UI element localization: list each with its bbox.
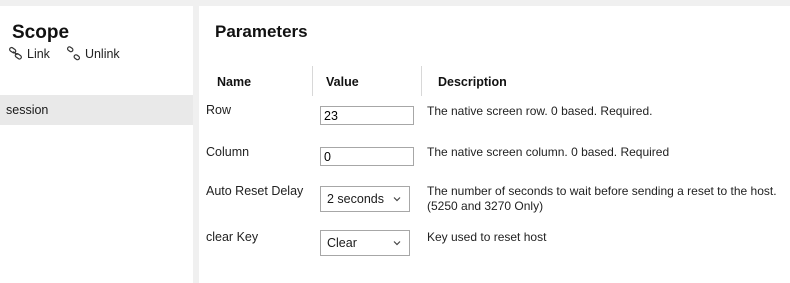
unlink-button[interactable]: Unlink — [66, 46, 120, 61]
param-name-column: Column — [206, 145, 250, 159]
param-name-clear-key: clear Key — [206, 230, 259, 244]
description-line: The number of seconds to wait before sen… — [427, 184, 777, 198]
parameters-title: Parameters — [215, 22, 308, 41]
chevron-down-icon — [393, 197, 401, 202]
column-header-description: Description — [438, 75, 507, 89]
row-input[interactable] — [320, 106, 414, 125]
param-description-row: The native screen row. 0 based. Required… — [427, 104, 653, 118]
column-separator — [312, 66, 313, 96]
unlink-label: Unlink — [84, 46, 120, 61]
clear-key-value: Clear — [327, 236, 357, 250]
unlink-icon — [66, 46, 80, 61]
auto-reset-delay-select[interactable]: 2 seconds — [320, 186, 410, 212]
scope-panel: Scope Link Unlink session — [0, 6, 193, 283]
auto-reset-delay-value: 2 seconds — [327, 192, 384, 206]
clear-key-select[interactable]: Clear — [320, 230, 410, 256]
column-input[interactable] — [320, 147, 414, 166]
scope-title: Scope — [12, 22, 70, 43]
scope-item-session[interactable]: session — [0, 95, 193, 125]
column-separator — [421, 66, 422, 96]
scope-actions: Link Unlink — [8, 46, 120, 61]
param-name-row: Row — [206, 103, 232, 117]
param-name-auto-reset-delay: Auto Reset Delay — [206, 184, 304, 198]
column-header-value: Value — [326, 75, 359, 89]
scope-item-label: session — [6, 103, 49, 117]
chevron-down-icon — [393, 241, 401, 246]
link-icon — [9, 46, 22, 60]
description-line: (5250 and 3270 Only) — [427, 199, 544, 213]
link-label: Link — [27, 46, 50, 61]
param-description-clear-key: Key used to reset host — [427, 230, 547, 244]
parameters-panel: Parameters Name Value Description Row Th… — [199, 6, 790, 283]
param-description-auto-reset-delay: The number of seconds to wait before sen… — [427, 184, 777, 214]
link-button[interactable]: Link — [8, 46, 50, 61]
column-header-name: Name — [217, 75, 252, 89]
param-description-column: The native screen column. 0 based. Requi… — [427, 145, 670, 159]
